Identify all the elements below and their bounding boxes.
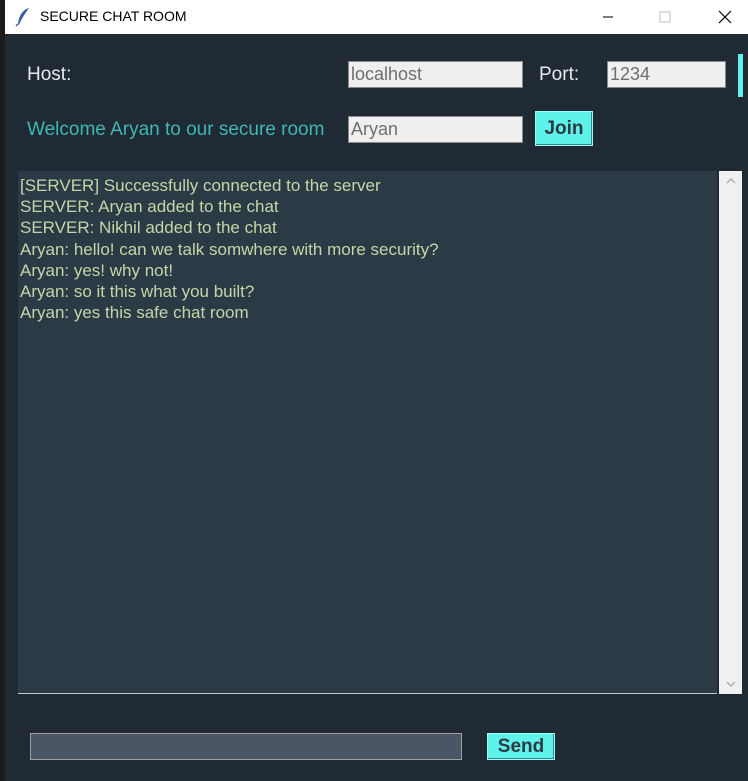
port-input[interactable]: 1234 [607, 61, 726, 88]
chat-scrollbar[interactable] [719, 171, 742, 694]
close-icon [718, 10, 732, 24]
chat-window: SECURE CHAT ROOM Host: localhost Port: 1… [5, 0, 748, 781]
chat-message: SERVER: Nikhil added to the chat [20, 218, 277, 238]
send-button[interactable]: Send [487, 733, 555, 760]
close-button[interactable] [702, 0, 748, 34]
welcome-label: Welcome Aryan to our secure room [27, 119, 325, 140]
message-input[interactable] [30, 733, 462, 760]
chevron-down-icon [726, 681, 735, 687]
minimize-icon [603, 16, 613, 18]
chat-message: Aryan: so it this what you built? [20, 282, 255, 302]
title-bar[interactable]: SECURE CHAT ROOM [5, 0, 748, 34]
host-label: Host: [27, 64, 72, 85]
scroll-down-button[interactable] [719, 674, 742, 694]
chat-message: Aryan: hello! can we talk somwhere with … [20, 239, 439, 259]
chat-message: Aryan: yes! why not! [20, 260, 174, 280]
port-label: Port: [539, 64, 580, 85]
chat-message: [SERVER] Successfully connected to the s… [20, 176, 381, 195]
window-title: SECURE CHAT ROOM [40, 8, 187, 24]
join-button[interactable]: Join [535, 111, 593, 146]
minimize-button[interactable] [585, 0, 631, 34]
maximize-button[interactable] [642, 0, 688, 34]
chat-message: SERVER: Aryan added to the chat [20, 197, 279, 217]
feather-icon [15, 8, 29, 27]
chat-message: Aryan: yes this safe chat room [20, 303, 249, 323]
chevron-up-icon [726, 178, 735, 184]
username-input[interactable]: Aryan [348, 116, 523, 143]
scroll-up-button[interactable] [719, 171, 742, 191]
chat-messages: [SERVER] Successfully connected to the s… [20, 175, 439, 323]
chat-log[interactable]: [SERVER] Successfully connected to the s… [18, 171, 717, 694]
accent-bar [738, 54, 743, 97]
host-input[interactable]: localhost [348, 61, 523, 88]
maximize-icon [659, 11, 671, 23]
